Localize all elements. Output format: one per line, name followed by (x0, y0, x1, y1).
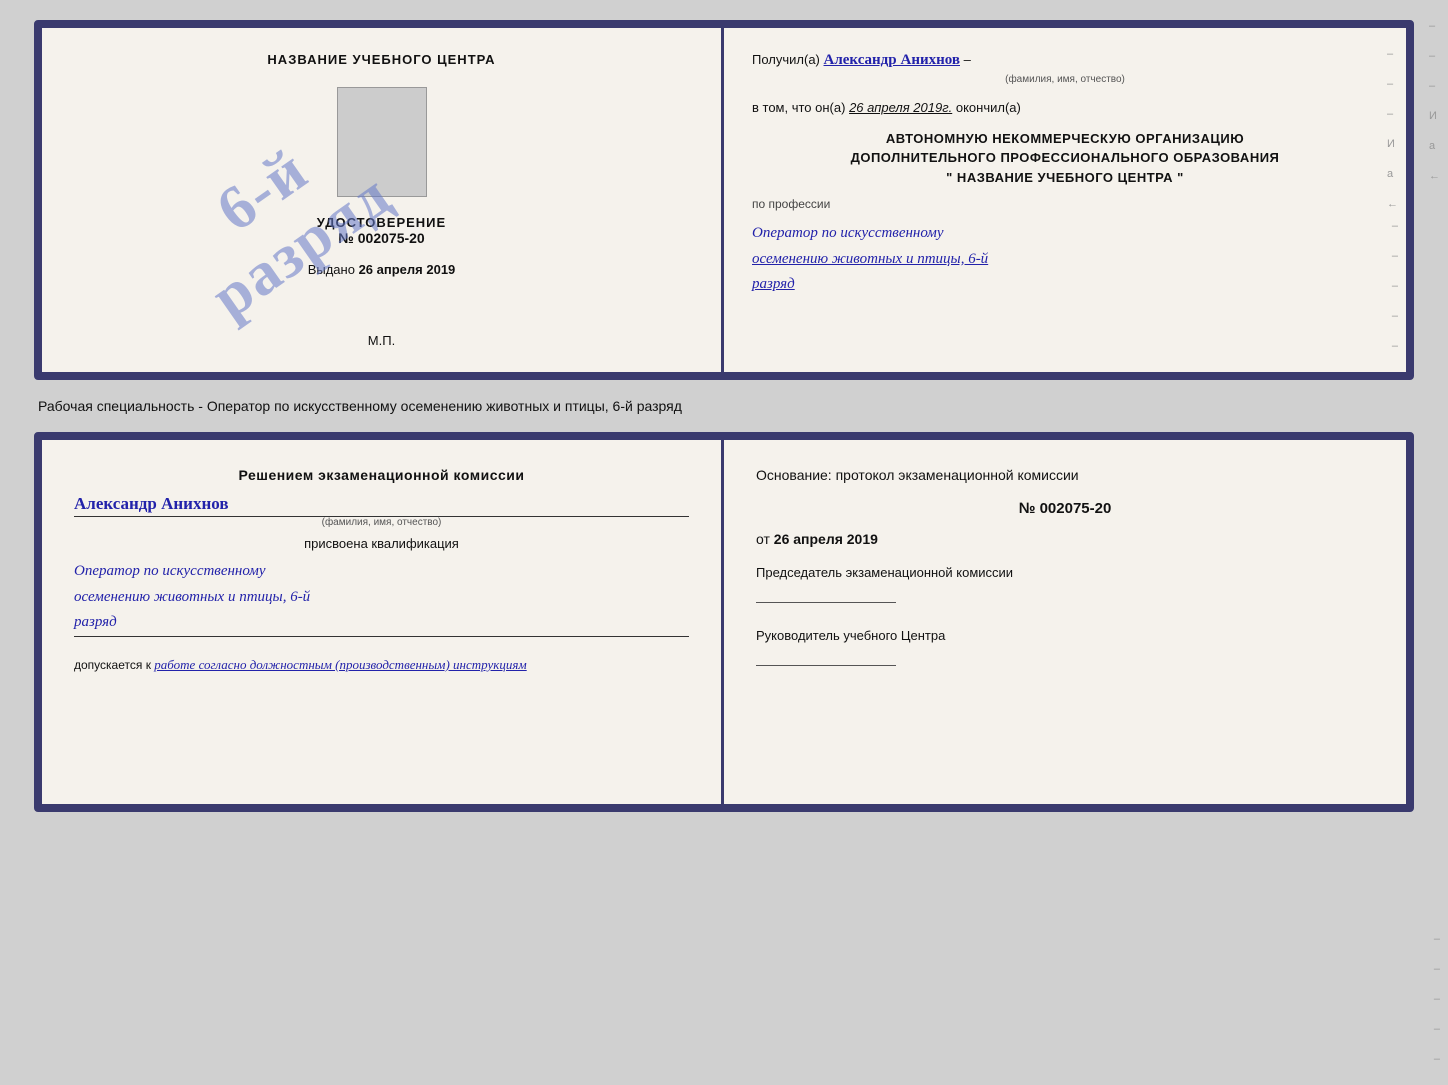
org-lines: АВТОНОМНУЮ НЕКОММЕРЧЕСКУЮ ОРГАНИЗАЦИЮ ДО… (752, 129, 1378, 188)
cert-issued-label: Выдано (308, 262, 355, 277)
qual-name-block: Александр Анихнов (фамилия, имя, отчеств… (74, 494, 689, 528)
cert-doc-number: № 002075-20 (338, 230, 424, 246)
finished-label: окончил(а) (956, 100, 1021, 115)
stamp-overlay: 6-й разряд (59, 20, 505, 380)
name-sub: (фамилия, имя, отчество) (752, 72, 1378, 88)
chairman-block: Председатель экзаменационной комиссии (756, 561, 1374, 610)
qual-name-sub: (фамилия, имя, отчество) (74, 517, 689, 528)
qual-allowed-label: допускается к (74, 658, 151, 672)
chairman-label: Председатель экзаменационной комиссии (756, 561, 1374, 584)
qual-profession-line2: осеменению животных и птицы, 6-й (74, 585, 689, 611)
cert-issued: Выдано 26 апреля 2019 (308, 262, 456, 277)
profession-line2: осеменению животных и птицы, 6-й (752, 247, 1378, 273)
qual-date-block: от 26 апреля 2019 (756, 531, 1374, 547)
in-that-line: в том, что он(а) 26 апреля 2019г. окончи… (752, 98, 1378, 119)
qual-allowed-block: допускается к работе согласно должностны… (74, 657, 689, 673)
side-marks-right: –––Иа← (1387, 48, 1398, 210)
dash1: – (964, 52, 971, 67)
qual-profession-line3: разряд (74, 610, 689, 636)
profession-text: Оператор по искусственному осеменению жи… (752, 221, 1378, 298)
org-line1: АВТОНОМНУЮ НЕКОММЕРЧЕСКУЮ ОРГАНИЗАЦИЮ (752, 129, 1378, 149)
side-marks-qual-right-bottom: ––––– (1434, 933, 1440, 1065)
photo-placeholder (337, 87, 427, 197)
qual-assigned-label: присвоена квалификация (74, 536, 689, 551)
basis-label: Основание: протокол экзаменационной коми… (756, 464, 1374, 486)
profession-line1: Оператор по искусственному (752, 221, 1378, 247)
cert-top-title: НАЗВАНИЕ УЧЕБНОГО ЦЕНТРА (267, 52, 495, 67)
received-line: Получил(а) Александр Анихнов – (фамилия,… (752, 48, 1378, 88)
completion-date: 26 апреля 2019г. (849, 100, 952, 115)
manager-block: Руководитель учебного Центра (756, 624, 1374, 673)
qual-profession-line1: Оператор по искусственному (74, 559, 689, 585)
side-marks-qual-right: –––Иа← (1429, 20, 1440, 182)
by-profession-label: по профессии (752, 197, 1378, 211)
qual-allowed-text: работе согласно должностным (производств… (154, 657, 526, 672)
date-prefix: от (756, 531, 770, 547)
manager-signature-line (756, 648, 896, 666)
org-line2: ДОПОЛНИТЕЛЬНОГО ПРОФЕССИОНАЛЬНОГО ОБРАЗО… (752, 148, 1378, 168)
org-quote: " НАЗВАНИЕ УЧЕБНОГО ЦЕНТРА " (752, 168, 1378, 188)
qualification-spread: Решением экзаменационной комиссии Алекса… (34, 432, 1414, 812)
qual-profession-block: Оператор по искусственному осеменению жи… (74, 559, 689, 637)
manager-label: Руководитель учебного Центра (756, 624, 1374, 647)
qual-number: № 002075-20 (756, 500, 1374, 517)
qual-heading: Решением экзаменационной комиссии (74, 464, 689, 486)
cert-issued-date: 26 апреля 2019 (359, 262, 456, 277)
in-that-label: в том, что он(а) (752, 100, 845, 115)
qual-right-page: Основание: протокол экзаменационной коми… (724, 440, 1406, 804)
qual-name: Александр Анихнов (74, 494, 689, 517)
certificate-spread: НАЗВАНИЕ УЧЕБНОГО ЦЕНТРА УДОСТОВЕРЕНИЕ №… (34, 20, 1414, 380)
subtitle: Рабочая специальность - Оператор по иску… (34, 398, 1414, 414)
profession-line3: разряд (752, 272, 1378, 298)
stamp-text-line1: 6-й (205, 135, 321, 244)
cert-left-page: НАЗВАНИЕ УЧЕБНОГО ЦЕНТРА УДОСТОВЕРЕНИЕ №… (42, 28, 724, 372)
mp-label: М.П. (368, 323, 395, 348)
received-label: Получил(а) (752, 52, 820, 67)
qual-left-page: Решением экзаменационной комиссии Алекса… (42, 440, 724, 804)
recipient-name: Александр Анихнов (824, 51, 960, 69)
side-marks-right-bottom: ––––– (1392, 220, 1398, 352)
cert-right-page: Получил(а) Александр Анихнов – (фамилия,… (724, 28, 1406, 372)
qual-date: 26 апреля 2019 (774, 531, 878, 547)
chairman-signature-line (756, 585, 896, 603)
cert-doc-label: УДОСТОВЕРЕНИЕ (317, 215, 446, 230)
